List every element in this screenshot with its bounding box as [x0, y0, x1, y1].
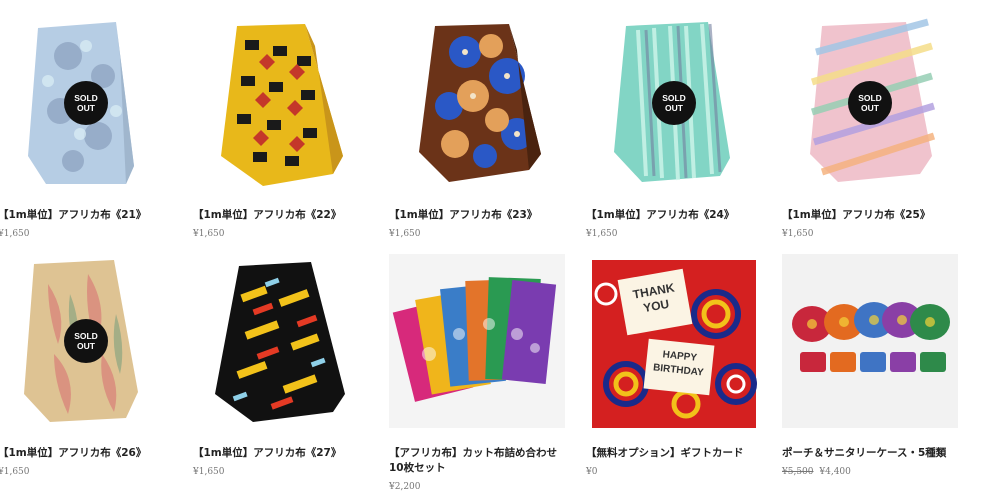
product-original-price: ¥5,500 [782, 467, 814, 477]
product-card[interactable]: ポーチ＆サニタリーケース・5種類 ¥5,500 ¥4,400 [782, 254, 958, 478]
product-title[interactable]: 【1m単位】アフリカ布《21》 [0, 208, 174, 223]
product-price: ¥2,200 [389, 482, 421, 492]
sold-out-badge: SOLD OUT [64, 81, 108, 125]
product-title[interactable]: 【1m単位】アフリカ布《23》 [389, 208, 565, 223]
product-title[interactable]: 【1m単位】アフリカ布《26》 [0, 446, 174, 461]
product-price: ¥1,650 [389, 229, 421, 239]
product-price: ¥1,650 [782, 229, 814, 239]
product-image[interactable]: SOLD OUT [0, 16, 174, 190]
product-image[interactable] [193, 16, 369, 190]
product-price-group: ¥5,500 ¥4,400 [782, 466, 958, 478]
product-title[interactable]: 【1m単位】アフリカ布《22》 [193, 208, 369, 223]
product-card[interactable]: SOLD OUT 【1m単位】アフリカ布《25》 ¥1,650 [782, 16, 958, 240]
product-price: ¥1,650 [193, 229, 225, 239]
product-card[interactable]: 【1m単位】アフリカ布《23》 ¥1,650 [389, 16, 565, 240]
product-price: ¥1,650 [586, 229, 618, 239]
product-image[interactable] [193, 254, 369, 428]
product-title[interactable]: 【1m単位】アフリカ布《24》 [586, 208, 762, 223]
product-card[interactable]: 【アフリカ布】カット布詰め合わせ10枚セット ¥2,200 [389, 254, 565, 493]
product-card[interactable]: SOLD OUT 【1m単位】アフリカ布《21》 ¥1,650 [0, 16, 174, 240]
product-image[interactable]: SOLD OUT [782, 16, 958, 190]
product-price: ¥1,650 [0, 229, 30, 239]
product-price: ¥1,650 [193, 467, 225, 477]
product-card[interactable]: 【1m単位】アフリカ布《27》 ¥1,650 [193, 254, 369, 478]
sold-out-badge: SOLD OUT [848, 81, 892, 125]
product-price: ¥1,650 [0, 467, 30, 477]
product-card[interactable]: SOLD OUT 【1m単位】アフリカ布《26》 ¥1,650 [0, 254, 174, 478]
product-card[interactable]: THANK YOU HAPPY BIRTHDAY 【無料オプション】ギフトカード… [586, 254, 762, 478]
product-image[interactable] [389, 16, 565, 190]
sold-out-badge: SOLD OUT [652, 81, 696, 125]
product-card[interactable]: 【1m単位】アフリカ布《22》 ¥1,650 [193, 16, 369, 240]
product-title[interactable]: 【1m単位】アフリカ布《27》 [193, 446, 369, 461]
product-image[interactable]: SOLD OUT [0, 254, 174, 428]
product-title[interactable]: 【1m単位】アフリカ布《25》 [782, 208, 958, 223]
product-image[interactable]: THANK YOU HAPPY BIRTHDAY [586, 254, 762, 428]
product-title[interactable]: ポーチ＆サニタリーケース・5種類 [782, 446, 958, 461]
product-sale-price: ¥4,400 [819, 467, 851, 477]
product-title[interactable]: 【無料オプション】ギフトカード [586, 446, 762, 461]
product-card[interactable]: SOLD OUT 【1m単位】アフリカ布《24》 ¥1,650 [586, 16, 762, 240]
product-image[interactable] [782, 254, 958, 428]
product-price: ¥0 [586, 467, 598, 477]
product-image[interactable] [389, 254, 565, 428]
sold-out-badge: SOLD OUT [64, 319, 108, 363]
product-image[interactable]: SOLD OUT [586, 16, 762, 190]
product-title[interactable]: 【アフリカ布】カット布詰め合わせ10枚セット [389, 446, 565, 476]
